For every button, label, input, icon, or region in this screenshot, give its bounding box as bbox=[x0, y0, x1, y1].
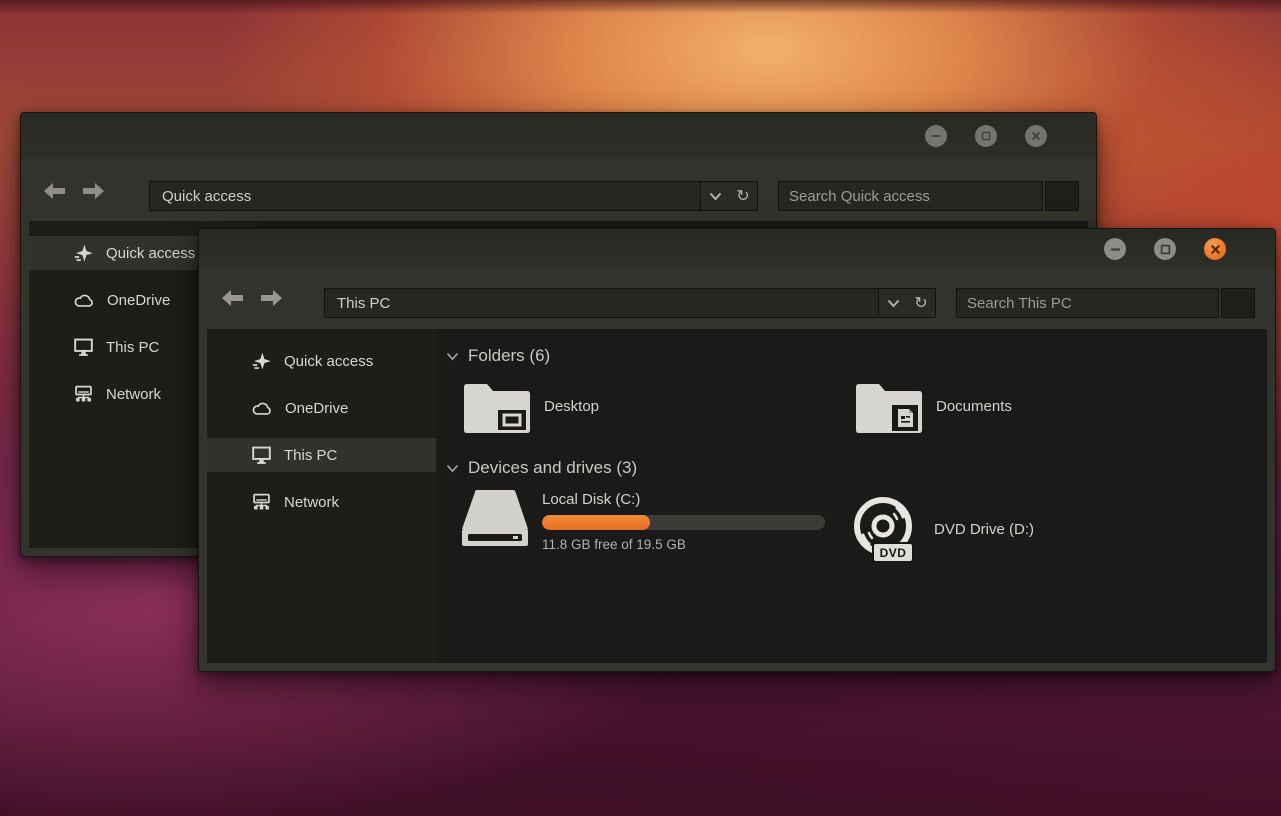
back-button[interactable] bbox=[221, 286, 245, 310]
network-icon bbox=[251, 492, 272, 512]
address-text[interactable]: Quick access bbox=[150, 182, 700, 210]
desktop-wallpaper: Quick access ↻ bbox=[0, 0, 1281, 816]
titlebar[interactable] bbox=[21, 113, 1096, 159]
onedrive-cloud-icon bbox=[251, 398, 273, 418]
chevron-down-icon bbox=[887, 299, 900, 308]
drive-label: Local Disk (C:) bbox=[542, 491, 825, 508]
refresh-button[interactable]: ↻ bbox=[907, 289, 935, 317]
close-button[interactable] bbox=[1204, 238, 1226, 260]
disk-usage-bar bbox=[542, 515, 825, 530]
forward-button[interactable] bbox=[81, 179, 105, 203]
documents-folder-icon bbox=[854, 377, 924, 435]
sidebar: Quick access OneDrive This PC bbox=[207, 329, 436, 663]
address-text[interactable]: This PC bbox=[325, 289, 878, 317]
folder-tile-desktop[interactable]: Desktop bbox=[446, 377, 838, 435]
drives-row: Local Disk (C:) 11.8 GB free of 19.5 GB bbox=[446, 489, 1267, 565]
search-input[interactable] bbox=[779, 182, 1042, 210]
sidebar-item-label: Quick access bbox=[106, 245, 195, 262]
folders-row: Desktop bbox=[446, 377, 1267, 435]
minimize-icon bbox=[931, 131, 941, 141]
disk-usage-fill bbox=[542, 515, 650, 530]
close-icon bbox=[1031, 131, 1041, 141]
navigation-toolbar: This PC ↻ bbox=[199, 269, 1275, 329]
section-title: Devices and drives (3) bbox=[468, 458, 637, 478]
maximize-icon bbox=[1160, 244, 1171, 255]
window-controls bbox=[925, 125, 1047, 147]
section-collapse-chevron-icon bbox=[446, 352, 459, 361]
refresh-icon: ↻ bbox=[736, 188, 749, 204]
address-bar-controls: ↻ bbox=[700, 182, 757, 210]
folder-tile-documents[interactable]: Documents bbox=[838, 377, 1230, 435]
drive-label: DVD Drive (D:) bbox=[934, 521, 1034, 538]
address-dropdown-button[interactable] bbox=[879, 289, 907, 317]
back-arrow-icon bbox=[222, 290, 244, 306]
section-header-folders[interactable]: Folders (6) bbox=[446, 343, 1267, 369]
network-icon bbox=[73, 384, 94, 404]
refresh-icon: ↻ bbox=[914, 295, 927, 311]
sidebar-item-label: Network bbox=[106, 386, 161, 403]
address-dropdown-button[interactable] bbox=[701, 182, 729, 210]
address-bar[interactable]: This PC ↻ bbox=[324, 288, 936, 318]
onedrive-cloud-icon bbox=[73, 290, 95, 310]
search-input[interactable] bbox=[957, 289, 1218, 317]
forward-button[interactable] bbox=[259, 286, 283, 310]
sidebar-item-quick-access[interactable]: Quick access bbox=[207, 344, 436, 378]
search-go-button[interactable] bbox=[1221, 288, 1255, 318]
sidebar-item-this-pc[interactable]: This PC bbox=[207, 438, 436, 472]
forward-arrow-icon bbox=[260, 290, 282, 306]
sidebar-item-onedrive[interactable]: OneDrive bbox=[207, 391, 436, 425]
address-bar-controls: ↻ bbox=[878, 289, 935, 317]
this-pc-monitor-icon bbox=[251, 445, 272, 465]
hard-drive-icon bbox=[458, 489, 532, 553]
search-box bbox=[778, 181, 1043, 211]
navigation-toolbar: Quick access ↻ bbox=[21, 159, 1096, 221]
maximize-icon bbox=[981, 131, 991, 141]
drive-tile-local-disk[interactable]: Local Disk (C:) 11.8 GB free of 19.5 GB bbox=[446, 489, 838, 565]
this-pc-monitor-icon bbox=[73, 337, 94, 357]
minimize-button[interactable] bbox=[1104, 238, 1126, 260]
quick-access-star-icon bbox=[73, 243, 94, 264]
sidebar-item-label: OneDrive bbox=[107, 292, 170, 309]
back-arrow-icon bbox=[44, 183, 66, 199]
section-collapse-chevron-icon bbox=[446, 464, 459, 473]
sidebar-item-label: OneDrive bbox=[285, 400, 348, 417]
window-controls bbox=[1104, 238, 1226, 260]
titlebar[interactable] bbox=[199, 229, 1275, 269]
back-button[interactable] bbox=[43, 179, 67, 203]
disk-free-space-text: 11.8 GB free of 19.5 GB bbox=[542, 537, 825, 552]
section-title: Folders (6) bbox=[468, 346, 550, 366]
maximize-button[interactable] bbox=[1154, 238, 1176, 260]
close-button[interactable] bbox=[1025, 125, 1047, 147]
maximize-button[interactable] bbox=[975, 125, 997, 147]
drive-tile-dvd[interactable]: DVD DVD Drive (D:) bbox=[838, 489, 1230, 565]
window-body: Quick access OneDrive This PC bbox=[207, 329, 1267, 663]
minimize-icon bbox=[1110, 244, 1121, 255]
sidebar-item-network[interactable]: Network bbox=[207, 485, 436, 519]
sidebar-item-label: Network bbox=[284, 494, 339, 511]
close-icon bbox=[1210, 244, 1221, 255]
search-go-button[interactable] bbox=[1045, 181, 1079, 211]
quick-access-star-icon bbox=[251, 351, 272, 372]
section-header-devices[interactable]: Devices and drives (3) bbox=[446, 455, 1267, 481]
chevron-down-icon bbox=[709, 192, 722, 201]
refresh-button[interactable]: ↻ bbox=[729, 182, 757, 210]
minimize-button[interactable] bbox=[925, 125, 947, 147]
explorer-window-this-pc: This PC ↻ bbox=[198, 228, 1276, 672]
sidebar-item-label: This PC bbox=[106, 339, 159, 356]
sidebar-item-label: Quick access bbox=[284, 353, 373, 370]
folder-label: Desktop bbox=[544, 398, 599, 415]
file-list-area: Folders (6) Desktop bbox=[436, 329, 1267, 663]
sidebar-item-label: This PC bbox=[284, 447, 337, 464]
dvd-badge: DVD bbox=[872, 542, 914, 563]
desktop-folder-icon bbox=[462, 377, 532, 435]
search-box bbox=[956, 288, 1219, 318]
address-bar[interactable]: Quick access ↻ bbox=[149, 181, 758, 211]
folder-label: Documents bbox=[936, 398, 1012, 415]
forward-arrow-icon bbox=[82, 183, 104, 199]
